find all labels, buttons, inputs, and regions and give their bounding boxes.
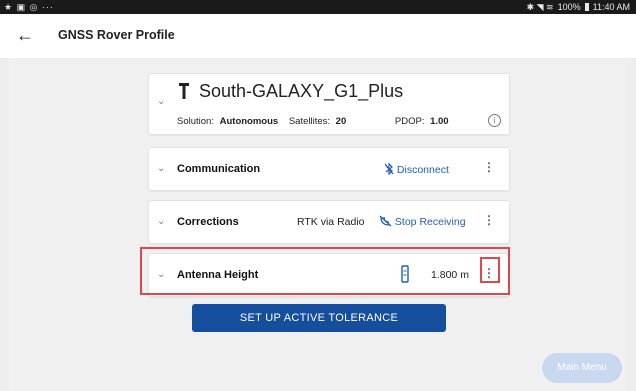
stop-receiving-button[interactable]: Stop Receiving — [379, 215, 466, 228]
communication-card[interactable]: ⌄ Communication Disconnect ⋮ — [148, 147, 510, 191]
highlight-frame — [140, 247, 510, 295]
info-icon[interactable]: i — [488, 114, 501, 127]
receiver-name: South-GALAXY_G1_Plus — [199, 81, 404, 101]
solution-label: Solution: — [177, 116, 214, 127]
bluetooth-off-icon — [384, 162, 394, 176]
status-right-icons: ✱ ◥ ≋ — [526, 2, 554, 12]
corrections-mode: RTK via Radio — [297, 216, 365, 228]
battery-percent: 100% — [557, 2, 581, 12]
antenna-icon — [179, 83, 189, 99]
status-left-icons: ★ ▣ ◎ ··· — [4, 2, 54, 12]
chevron-down-icon[interactable]: ⌄ — [157, 96, 165, 107]
main-content: ⌄ South-GALAXY_G1_Plus Solution: Autonom… — [10, 58, 626, 391]
satellites-value: 20 — [335, 116, 347, 127]
main-menu-button[interactable]: Main Menu — [542, 353, 622, 383]
corrections-card[interactable]: ⌄ Corrections RTK via Radio Stop Receivi… — [148, 200, 510, 244]
back-arrow-icon[interactable]: ← — [16, 24, 34, 46]
communication-label: Communication — [177, 163, 261, 175]
battery-icon — [584, 3, 589, 11]
more-options-icon[interactable]: ⋮ — [483, 161, 495, 173]
solution-value: Autonomous — [219, 116, 279, 127]
pdop-label: PDOP: — [394, 116, 425, 127]
corrections-label: Corrections — [177, 216, 239, 228]
highlight-frame-kebab — [480, 257, 500, 283]
status-bar: ★ ▣ ◎ ··· ✱ ◥ ≋ 100% 11:40 AM — [0, 0, 636, 14]
disconnect-button[interactable]: Disconnect — [384, 162, 449, 176]
satellites-label: Satellites: — [288, 116, 331, 127]
stop-receiving-label: Stop Receiving — [394, 216, 466, 228]
disconnect-label: Disconnect — [396, 164, 449, 176]
pdop-value: 1.00 — [430, 116, 449, 127]
status-right: ✱ ◥ ≋ 100% 11:40 AM — [527, 0, 630, 14]
page-title: GNSS Rover Profile — [58, 28, 175, 42]
receiver-card: ⌄ South-GALAXY_G1_Plus Solution: Autonom… — [148, 73, 510, 135]
satellite-dish-off-icon — [379, 215, 392, 227]
receiver-stats: Solution: Autonomous Satellites: 20 PDOP… — [177, 116, 449, 127]
more-options-icon[interactable]: ⋮ — [483, 214, 495, 226]
setup-active-tolerance-button[interactable]: SET UP ACTIVE TOLERANCE — [192, 304, 446, 332]
status-time: 11:40 AM — [592, 2, 630, 12]
app-bar: ← GNSS Rover Profile — [0, 14, 636, 58]
chevron-down-icon[interactable]: ⌄ — [157, 163, 165, 174]
chevron-down-icon[interactable]: ⌄ — [157, 216, 165, 227]
